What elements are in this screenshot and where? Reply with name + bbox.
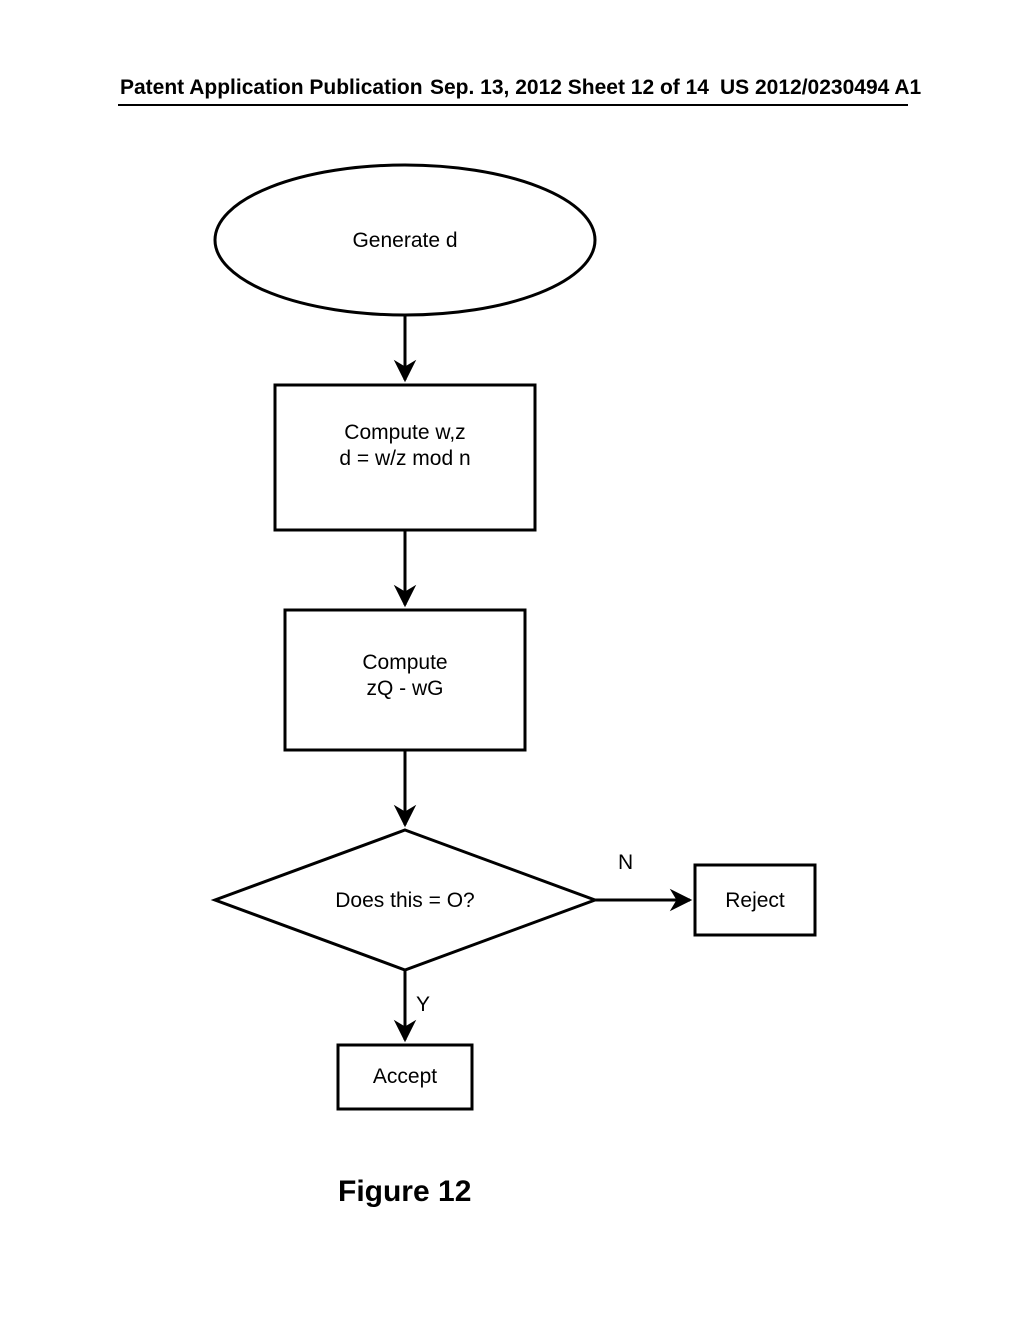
- decision-label: Does this = O?: [280, 888, 530, 914]
- step1-line1: Compute w,z: [275, 420, 535, 446]
- accept-label: Accept: [338, 1064, 472, 1090]
- figure-caption: Figure 12: [338, 1175, 471, 1209]
- branch-yes-label: Y: [416, 992, 446, 1018]
- reject-label: Reject: [695, 888, 815, 914]
- step2-line1: Compute: [285, 650, 525, 676]
- branch-no-label: N: [618, 850, 648, 876]
- step2-line2: zQ - wG: [285, 676, 525, 702]
- start-label: Generate d: [305, 228, 505, 254]
- step1-line2: d = w/z mod n: [275, 446, 535, 472]
